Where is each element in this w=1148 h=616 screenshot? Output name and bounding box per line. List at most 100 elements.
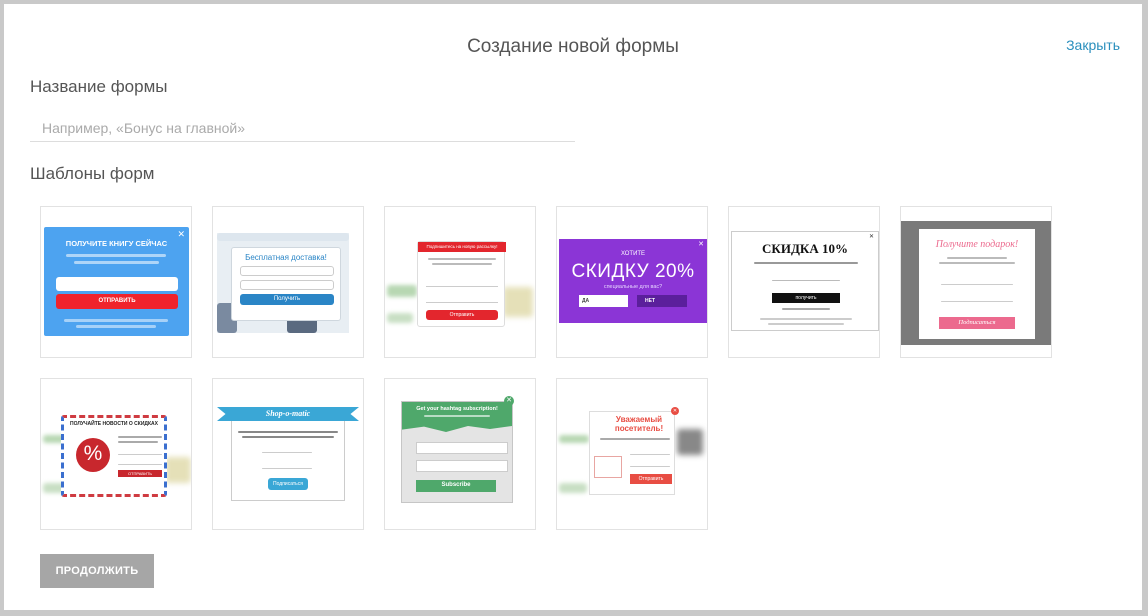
percent-icon: %	[83, 442, 103, 465]
template-card-dear-visitor[interactable]: Уважаемый посетитель! Отправить ✕	[556, 378, 708, 530]
template-card-red-subscribe[interactable]: Подпишитесь на новую рассылку! Отправить	[384, 206, 536, 358]
no-button: НЕТ	[637, 295, 687, 307]
page-bg	[503, 287, 533, 317]
text-line	[600, 438, 670, 440]
create-form-modal: Создание новой формы Закрыть Название фо…	[4, 4, 1142, 610]
email-field	[426, 294, 498, 303]
email-field	[262, 468, 312, 469]
template-card-delivery[interactable]: Бесплатная доставка! Получить	[212, 206, 364, 358]
page-bg	[677, 429, 703, 455]
email-field	[240, 280, 334, 290]
page-bg	[217, 233, 349, 241]
form-name-label: Название формы	[30, 77, 168, 96]
template-heading: ПОЛУЧИТЕ КНИГУ СЕЙЧАС	[65, 239, 168, 248]
template-card-green-subscribe[interactable]: Get your hashtag subscription! ✕ Subscri…	[384, 378, 536, 530]
popup-header: Подпишитесь на новую рассылку!	[418, 242, 506, 252]
text-line	[118, 436, 162, 438]
text-line	[74, 261, 159, 264]
text-line	[64, 319, 168, 322]
popup: Уважаемый посетитель! Отправить	[589, 411, 675, 495]
text-line	[760, 318, 852, 320]
template-card-book[interactable]: ПОЛУЧИТЕ КНИГУ СЕЙЧАС ✕ ОТПРАВИТЬ	[40, 206, 192, 358]
email-field	[118, 464, 162, 465]
template-card-shop-o-matic[interactable]: Подписаться Shop-o-matic	[212, 378, 364, 530]
email-field	[772, 280, 840, 281]
template-preview: ПОЛУЧАЙТЕ НОВОСТИ О СКИДКАХ % ОТПРАВИТЬ	[41, 409, 191, 505]
close-icon: ✕	[177, 229, 185, 239]
template-card-discount-news[interactable]: ПОЛУЧАЙТЕ НОВОСТИ О СКИДКАХ % ОТПРАВИТЬ	[40, 378, 192, 530]
text-line	[768, 323, 844, 325]
email-field	[941, 301, 1013, 302]
template-card-discount-20[interactable]: ✕ ХОТИТЕ СКИДКУ 20% специальные для вас?…	[556, 206, 708, 358]
template-heading: Бесплатная доставка!	[245, 253, 327, 262]
text-line	[782, 308, 830, 310]
popup: Получите подарок! Подписаться	[919, 229, 1035, 339]
templates-grid: ПОЛУЧИТЕ КНИГУ СЕЙЧАС ✕ ОТПРАВИТЬ Беспла…	[40, 206, 1060, 530]
page-bg	[387, 285, 417, 297]
template-heading: ХОТИТЕ	[620, 251, 646, 257]
text-line	[242, 436, 334, 438]
name-field	[240, 266, 334, 276]
name-field	[941, 284, 1013, 285]
percent-badge: %	[76, 438, 110, 472]
text-line	[66, 254, 166, 257]
submit-button: ОТПРАВИТЬ	[118, 470, 162, 477]
template-heading: Get your hashtag subscription!	[416, 406, 498, 412]
close-icon: ✕	[671, 407, 679, 415]
page-bg	[559, 483, 587, 493]
template-preview: Получите подарок! Подписаться	[901, 221, 1051, 345]
template-preview: Уважаемый посетитель! Отправить ✕	[557, 407, 707, 505]
template-heading: СКИДКА 10%	[762, 241, 848, 256]
submit-button: Отправить	[426, 310, 498, 320]
ribbon-banner: Shop-o-matic	[217, 407, 359, 421]
form-name-input[interactable]	[30, 114, 575, 142]
template-heading: ПОЛУЧАЙТЕ НОВОСТИ О СКИДКАХ	[70, 421, 158, 427]
template-preview: ✕ СКИДКА 10% получить	[731, 231, 879, 331]
continue-button[interactable]: ПРОДОЛЖИТЬ	[40, 554, 154, 588]
popup: Подпишитесь на новую рассылку! Отправить	[417, 241, 506, 327]
popup-header: Get your hashtag subscription!	[402, 402, 512, 432]
name-field	[416, 442, 508, 454]
template-preview: Get your hashtag subscription! ✕ Subscri…	[401, 396, 514, 503]
template-card-gift[interactable]: Получите подарок! Подписаться	[900, 206, 1052, 358]
submit-button: Подписаться	[939, 317, 1015, 329]
template-preview: ПОЛУЧИТЕ КНИГУ СЕЙЧАС ✕ ОТПРАВИТЬ	[44, 227, 189, 336]
template-heading: Уважаемый посетитель!	[614, 415, 664, 433]
template-subtext: специальные для вас?	[603, 284, 663, 290]
page-bg	[559, 435, 589, 443]
submit-button: Получить	[240, 294, 334, 305]
template-heading: Подпишитесь на новую рассылку!	[426, 244, 498, 249]
template-heading: Получите подарок!	[935, 239, 1019, 250]
text-line	[76, 325, 156, 328]
text-line	[118, 441, 158, 443]
close-icon: ✕	[504, 396, 514, 406]
popup: Подписаться	[231, 417, 345, 501]
page-bg	[387, 313, 413, 323]
email-field	[56, 277, 178, 291]
submit-button: ОТПРАВИТЬ	[56, 294, 178, 309]
template-big-text: СКИДКУ 20%	[571, 261, 695, 282]
submit-button: Subscribe	[416, 480, 496, 492]
popup: ПОЛУЧАЙТЕ НОВОСТИ О СКИДКАХ % ОТПРАВИТЬ	[61, 415, 167, 497]
text-line	[947, 257, 1007, 259]
template-heading: Shop-o-matic	[265, 409, 311, 418]
submit-button: Подписаться	[268, 478, 308, 490]
name-field	[118, 454, 162, 455]
submit-button: Отправить	[630, 474, 672, 484]
template-preview: Бесплатная доставка! Получить	[217, 233, 349, 333]
text-line	[939, 262, 1015, 264]
name-field	[262, 452, 312, 453]
close-icon: ✕	[868, 234, 874, 240]
text-line	[754, 262, 858, 264]
submit-button: получить	[772, 293, 840, 303]
template-preview: Подпишитесь на новую рассылку! Отправить	[385, 237, 535, 333]
template-preview: Подписаться Shop-o-matic	[213, 401, 363, 505]
template-card-discount-10[interactable]: ✕ СКИДКА 10% получить	[728, 206, 880, 358]
email-field	[630, 466, 670, 467]
text-line	[432, 263, 492, 265]
envelope-icon	[594, 456, 622, 478]
text-line	[424, 415, 490, 417]
close-link[interactable]: Закрыть	[1066, 37, 1120, 53]
popup: Бесплатная доставка! Получить	[231, 247, 341, 321]
close-icon: ✕	[698, 241, 704, 248]
